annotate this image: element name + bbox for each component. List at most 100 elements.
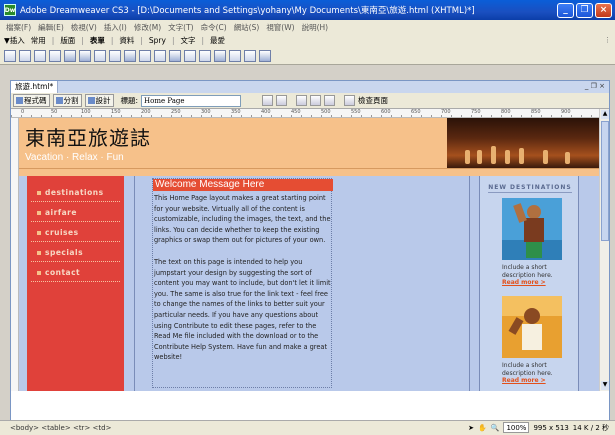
- nav-link-destinations[interactable]: destinations: [31, 184, 120, 202]
- main-content-column[interactable]: Welcome Message Here This Home Page layo…: [152, 178, 333, 388]
- insert-tab-forms[interactable]: 表單: [88, 35, 107, 46]
- form-icon[interactable]: [4, 49, 16, 62]
- read-more-link[interactable]: Read more >: [502, 377, 562, 384]
- ruler-number: 450: [291, 109, 301, 115]
- menu-file[interactable]: 檔案(F): [6, 22, 31, 33]
- spry-validation-select-icon[interactable]: [229, 49, 241, 62]
- preview-browser-icon[interactable]: [276, 95, 288, 106]
- spry-validation-textarea-icon[interactable]: [259, 49, 271, 62]
- jump-menu-icon[interactable]: [124, 49, 136, 62]
- form-objects-toolbar: [0, 47, 615, 65]
- list-menu-icon[interactable]: [109, 49, 121, 62]
- menu-insert[interactable]: 插入(I): [104, 22, 127, 33]
- destination-description: Include a short description here.: [502, 264, 553, 279]
- menu-help[interactable]: 說明(H): [302, 22, 329, 33]
- insert-tab-layout[interactable]: 版面: [58, 35, 77, 46]
- ruler-number: 550: [351, 109, 361, 115]
- fieldset-icon[interactable]: [199, 49, 211, 62]
- tag-selector[interactable]: <body> <table> <tr> <td>: [10, 424, 111, 432]
- menu-edit[interactable]: 編輯(E): [38, 22, 64, 33]
- view-options-icon[interactable]: [310, 95, 322, 106]
- ruler-number: 150: [111, 109, 121, 115]
- refresh-icon[interactable]: [296, 95, 308, 106]
- design-view-button[interactable]: 設計: [84, 94, 114, 107]
- design-view-icon: [87, 97, 95, 104]
- nav-link-specials[interactable]: specials: [31, 244, 120, 262]
- spry-validation-checkbox-icon[interactable]: [244, 49, 256, 62]
- header-strip: [19, 168, 599, 176]
- close-button[interactable]: ×: [595, 2, 612, 18]
- vertical-ruler: [11, 118, 19, 391]
- site-title: 東南亞旅遊誌: [25, 126, 151, 150]
- menu-text[interactable]: 文字(T): [168, 22, 193, 33]
- insert-tab-favorites[interactable]: 最愛: [208, 35, 227, 46]
- menu-site[interactable]: 網站(S): [234, 22, 260, 33]
- insert-tab-data[interactable]: 資料: [117, 35, 136, 46]
- ruler-number: 900: [561, 109, 571, 115]
- welcome-heading: Welcome Message Here: [153, 179, 333, 191]
- nav-link-airfare[interactable]: airfare: [31, 204, 120, 222]
- nav-link-contact[interactable]: contact: [31, 264, 120, 282]
- destination-card: Include a short description here. Read m…: [502, 198, 562, 286]
- document-tab[interactable]: 旅遊.html*: [11, 81, 59, 93]
- panel-grip-icon[interactable]: ⋮: [604, 36, 611, 44]
- menu-modify[interactable]: 修改(M): [134, 22, 161, 33]
- radio-button-icon[interactable]: [79, 49, 91, 62]
- checkbox-icon[interactable]: [64, 49, 76, 62]
- textarea-icon[interactable]: [49, 49, 61, 62]
- check-page-button[interactable]: 檢查頁面: [358, 95, 388, 106]
- zoom-tool-icon[interactable]: 🔍: [491, 424, 500, 432]
- hand-tool-icon[interactable]: ✋: [478, 424, 487, 432]
- ruler-number: 600: [381, 109, 391, 115]
- validate-markup-icon[interactable]: [344, 95, 356, 106]
- scroll-thumb[interactable]: [601, 121, 609, 241]
- visual-aids-icon[interactable]: [324, 95, 336, 106]
- nav-link-cruises[interactable]: cruises: [31, 224, 120, 242]
- scroll-up-icon[interactable]: ▲: [601, 110, 609, 119]
- ruler-number: 50: [51, 109, 58, 115]
- header-photo: [447, 118, 599, 168]
- file-field-icon[interactable]: [154, 49, 166, 62]
- download-size: 14 K / 2 秒: [572, 423, 609, 432]
- content-area: destinations airfare cruises specials co…: [19, 176, 599, 391]
- insert-tab-spry[interactable]: Spry: [147, 36, 168, 45]
- insert-bar-toggle[interactable]: ▼插入: [4, 35, 25, 46]
- image-field-icon[interactable]: [139, 49, 151, 62]
- destination-description: Include a short description here.: [502, 362, 553, 377]
- help-paragraph: The text on this page is intended to hel…: [154, 258, 331, 362]
- text-field-icon[interactable]: [19, 49, 31, 62]
- page-title-input[interactable]: [141, 94, 242, 107]
- ruler-number: 400: [261, 109, 271, 115]
- read-more-link[interactable]: Read more >: [502, 279, 562, 286]
- ruler-number: 500: [321, 109, 331, 115]
- destination-card: Include a short description here. Read m…: [502, 296, 562, 384]
- design-canvas[interactable]: 東南亞旅遊誌 Vacation · Relax · Fun destinatio…: [19, 118, 599, 391]
- vertical-scrollbar[interactable]: ▲ ▼: [599, 109, 609, 391]
- menu-view[interactable]: 檢視(V): [71, 22, 97, 33]
- file-management-icon[interactable]: [262, 95, 274, 106]
- minimize-button[interactable]: _: [557, 2, 574, 18]
- menu-window[interactable]: 視窗(W): [266, 22, 294, 33]
- hidden-field-icon[interactable]: [34, 49, 46, 62]
- column-divider: [134, 176, 135, 391]
- ruler-number: 100: [81, 109, 91, 115]
- scroll-down-icon[interactable]: ▼: [601, 381, 609, 390]
- left-navigation: destinations airfare cruises specials co…: [27, 176, 124, 391]
- document-window-controls[interactable]: _ ❐ ×: [585, 82, 605, 90]
- menu-commands[interactable]: 命令(C): [201, 22, 227, 33]
- window-size[interactable]: 995 x 513: [533, 424, 568, 432]
- maximize-button[interactable]: ❐: [576, 2, 593, 18]
- status-bar: <body> <table> <tr> <td> ➤ ✋ 🔍 100% 995 …: [0, 420, 615, 435]
- zoom-select[interactable]: 100%: [503, 422, 530, 433]
- select-tool-icon[interactable]: ➤: [468, 424, 474, 432]
- label-icon[interactable]: [184, 49, 196, 62]
- radio-group-icon[interactable]: [94, 49, 106, 62]
- button-icon[interactable]: [169, 49, 181, 62]
- new-destinations-divider: [488, 192, 572, 193]
- insert-bar: ▼插入 常用 | 版面 | 表單 | 資料 | Spry | 文字 | 最愛: [0, 34, 615, 47]
- code-view-button[interactable]: 程式碼: [13, 94, 50, 107]
- spry-validation-text-icon[interactable]: [214, 49, 226, 62]
- insert-tab-text[interactable]: 文字: [178, 35, 197, 46]
- split-view-button[interactable]: 分割: [52, 94, 82, 107]
- insert-tab-common[interactable]: 常用: [29, 35, 48, 46]
